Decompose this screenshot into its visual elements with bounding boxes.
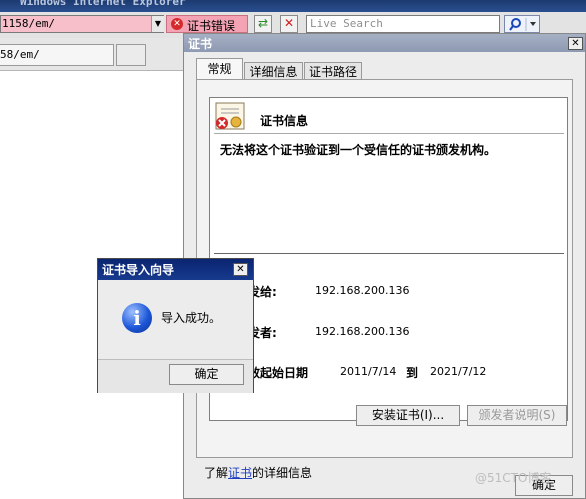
certificate-icon [215, 102, 245, 130]
info-divider [214, 253, 564, 254]
issued-to-value: 192.168.200.136 [315, 284, 410, 297]
valid-to-word: 到 [406, 366, 419, 380]
tab-general[interactable]: 常规 [196, 58, 243, 81]
stop-icon: ✕ [283, 16, 295, 30]
tab-general-label: 常规 [207, 62, 232, 76]
watermark: @51CTO博客 [475, 471, 552, 485]
certificate-dialog-titlebar: 证书 ✕ [184, 34, 585, 52]
stop-button[interactable]: ✕ [280, 15, 298, 33]
info-icon: i [122, 303, 152, 333]
tab-certification-path-label: 证书路径 [308, 65, 357, 79]
close-icon: ✕ [236, 264, 245, 275]
certificate-info-heading: 证书信息 [260, 114, 309, 128]
certificate-error-button[interactable]: ✕ 证书错误 [166, 15, 248, 33]
error-icon: ✕ [171, 18, 183, 30]
import-wizard-dialog: 证书导入向导 ✕ i 导入成功。 确定 [97, 258, 254, 393]
browser-window-title: Windows Internet Explorer [20, 0, 186, 8]
browser-tab[interactable]: 58/em/ [0, 44, 114, 66]
learn-more-suffix: 的详细信息 [252, 466, 313, 480]
certificate-info-box: 证书信息 无法将这个证书验证到一个受信任的证书颁发机构。 颁发给: 192.16… [209, 97, 568, 421]
certificate-dialog-close-button[interactable]: ✕ [568, 37, 583, 50]
certificate-error-label: 证书错误 [187, 19, 236, 33]
learn-more-text: 了解证书的详细信息 [204, 464, 312, 481]
address-input[interactable]: 1158/em/ [0, 15, 164, 33]
address-value: 1158/em/ [2, 17, 55, 30]
issuer-statement-button[interactable]: 颁发者说明(S) [467, 405, 567, 426]
certificate-warning-text: 无法将这个证书验证到一个受信任的证书颁发机构。 [220, 143, 497, 157]
refresh-icon: ⇄ [257, 16, 269, 30]
learn-more-certificate-link[interactable]: 证书 [228, 466, 252, 480]
import-wizard-close-button[interactable]: ✕ [233, 263, 248, 276]
search-placeholder: Live Search [310, 17, 383, 30]
browser-tab-label: 58/em/ [0, 48, 40, 61]
search-button[interactable] [504, 15, 540, 33]
new-tab-button[interactable] [116, 44, 146, 66]
import-wizard-title: 证书导入向导 [102, 263, 175, 277]
import-wizard-ok-button[interactable]: 确定 [169, 364, 244, 385]
import-wizard-titlebar: 证书导入向导 ✕ [98, 259, 253, 280]
browser-titlebar: Windows Internet Explorer [0, 0, 586, 12]
refresh-button[interactable]: ⇄ [254, 15, 272, 33]
certificate-dialog-title: 证书 [188, 37, 213, 51]
close-icon: ✕ [571, 38, 580, 49]
import-wizard-footer: 确定 [98, 359, 253, 393]
issued-by-value: 192.168.200.136 [315, 325, 410, 338]
valid-to-value: 2021/7/12 [430, 365, 487, 378]
search-input[interactable]: Live Search [306, 15, 500, 33]
valid-from-value: 2011/7/14 [340, 365, 397, 378]
address-dropdown-button[interactable]: ▼ [151, 16, 164, 32]
issuer-statement-label: 颁发者说明(S) [478, 408, 556, 422]
learn-more-prefix: 了解 [204, 466, 229, 480]
install-certificate-label: 安装证书(I)... [371, 408, 445, 422]
import-success-message: 导入成功。 [161, 311, 222, 325]
tab-details-label: 详细信息 [249, 65, 298, 79]
search-icon [509, 18, 536, 31]
info-divider [214, 133, 564, 134]
import-wizard-ok-label: 确定 [194, 367, 219, 381]
install-certificate-button[interactable]: 安装证书(I)... [356, 405, 460, 426]
